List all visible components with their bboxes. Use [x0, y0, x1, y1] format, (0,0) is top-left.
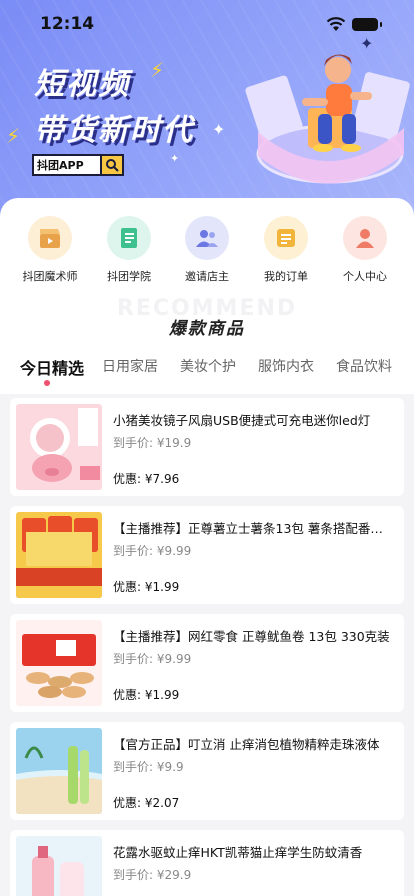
product-discount: 优惠: ¥7.96: [113, 472, 180, 486]
product-price: 到手价: ¥9.9: [113, 760, 184, 774]
shortcut-label: 我的订单: [264, 270, 308, 283]
product-thumbnail: [16, 512, 102, 598]
product-title: 【官方正品】叮立消 止痒消包植物精粹走珠液体: [113, 737, 380, 752]
product-thumbnail: [16, 620, 102, 706]
sparkle-icon: ✦: [212, 120, 226, 139]
sparkle-icon: ✦: [170, 152, 180, 165]
people-icon: [185, 216, 229, 260]
tab-home[interactable]: 日用家居: [102, 356, 158, 376]
product-title: 花露水驱蚊止痒HKT凯蒂猫止痒学生防蚊清香: [113, 845, 363, 860]
tab-today[interactable]: 今日精选: [20, 355, 84, 379]
status-bar: 12:14: [0, 0, 414, 46]
product-price: 到手价: ¥19.9: [113, 436, 192, 450]
lightning-icon: ⚡: [6, 124, 21, 148]
search-icon: [106, 159, 119, 172]
shortcut-magician[interactable]: 抖团魔术师: [10, 216, 90, 286]
product-card[interactable]: 花露水驱蚊止痒HKT凯蒂猫止痒学生防蚊清香 到手价: ¥29.9: [10, 830, 404, 896]
status-icons: [322, 16, 392, 32]
shortcut-invite[interactable]: 邀请店主: [167, 216, 247, 286]
slogan-line-2: 带货新时代: [34, 113, 194, 148]
banner-search-text: 抖团APP: [37, 159, 84, 172]
shortcut-label: 抖团魔术师: [22, 270, 78, 283]
banner-illustration: [245, 54, 410, 184]
product-thumbnail: [16, 836, 102, 896]
banner-slogan: 短视频 带货新时代: [34, 66, 194, 150]
book-icon: [107, 216, 151, 260]
active-tab-indicator: [44, 380, 50, 386]
product-title: 小猪美妆镜子风扇USB便捷式可充电迷你led灯: [113, 413, 371, 428]
wifi-icon: [326, 17, 346, 31]
product-title: 【主播推荐】正尊薯立士薯条13包 薯条搭配番茄酱: [113, 521, 393, 536]
order-icon: [264, 216, 308, 260]
product-thumbnail: [16, 404, 102, 490]
person-icon: [343, 216, 387, 260]
slogan-line-1: 短视频: [34, 67, 130, 102]
product-price: 到手价: ¥29.9: [113, 868, 192, 882]
clapperboard-icon: [28, 216, 72, 260]
tab-food[interactable]: 食品饮料: [336, 356, 392, 376]
battery-tip: [380, 22, 382, 27]
product-discount: 优惠: ¥1.99: [113, 580, 180, 594]
product-discount: 优惠: ¥2.07: [113, 796, 180, 810]
shortcut-profile[interactable]: 个人中心: [325, 216, 405, 286]
product-title: 【主播推荐】网红零食 正尊鱿鱼卷 13包 330克装: [113, 629, 390, 644]
banner-search-box[interactable]: 抖团APP: [32, 154, 124, 176]
search-button[interactable]: [100, 154, 124, 176]
shortcut-label: 抖团学院: [107, 270, 151, 283]
shortcut-label: 个人中心: [343, 270, 387, 283]
product-discount: 优惠: ¥1.99: [113, 688, 180, 702]
product-price: 到手价: ¥9.99: [113, 544, 192, 558]
status-time: 12:14: [40, 14, 95, 34]
section-title: 爆款商品: [169, 319, 245, 339]
hero-banner[interactable]: 12:14 短视频 带货新时代 ⚡ ⚡ ✦ ✦ ✦ 抖团APP: [0, 0, 414, 230]
product-card[interactable]: 小猪美妆镜子风扇USB便捷式可充电迷你led灯 到手价: ¥19.9 优惠: ¥…: [10, 398, 404, 496]
tab-beauty[interactable]: 美妆个护: [180, 356, 236, 376]
battery-icon: [352, 18, 378, 31]
shortcut-grid: 抖团魔术师 抖团学院 邀请店主 我的订单 个人中心: [0, 216, 414, 286]
shortcut-academy[interactable]: 抖团学院: [89, 216, 169, 286]
product-thumbnail: [16, 728, 102, 814]
product-card[interactable]: 【主播推荐】网红零食 正尊鱿鱼卷 13包 330克装 到手价: ¥9.99 优惠…: [10, 614, 404, 712]
product-card[interactable]: 【官方正品】叮立消 止痒消包植物精粹走珠液体 到手价: ¥9.9 优惠: ¥2.…: [10, 722, 404, 820]
lightning-icon: ⚡: [150, 58, 165, 82]
tab-apparel[interactable]: 服饰内衣: [258, 356, 314, 376]
product-price: 到手价: ¥9.99: [113, 652, 192, 666]
category-tabs: 今日精选 日用家居 美妆个护 服饰内衣 食品饮料: [0, 356, 414, 386]
shortcut-label: 邀请店主: [185, 270, 229, 283]
product-card[interactable]: 【主播推荐】正尊薯立士薯条13包 薯条搭配番茄酱 到手价: ¥9.99 优惠: …: [10, 506, 404, 604]
shortcut-orders[interactable]: 我的订单: [246, 216, 326, 286]
